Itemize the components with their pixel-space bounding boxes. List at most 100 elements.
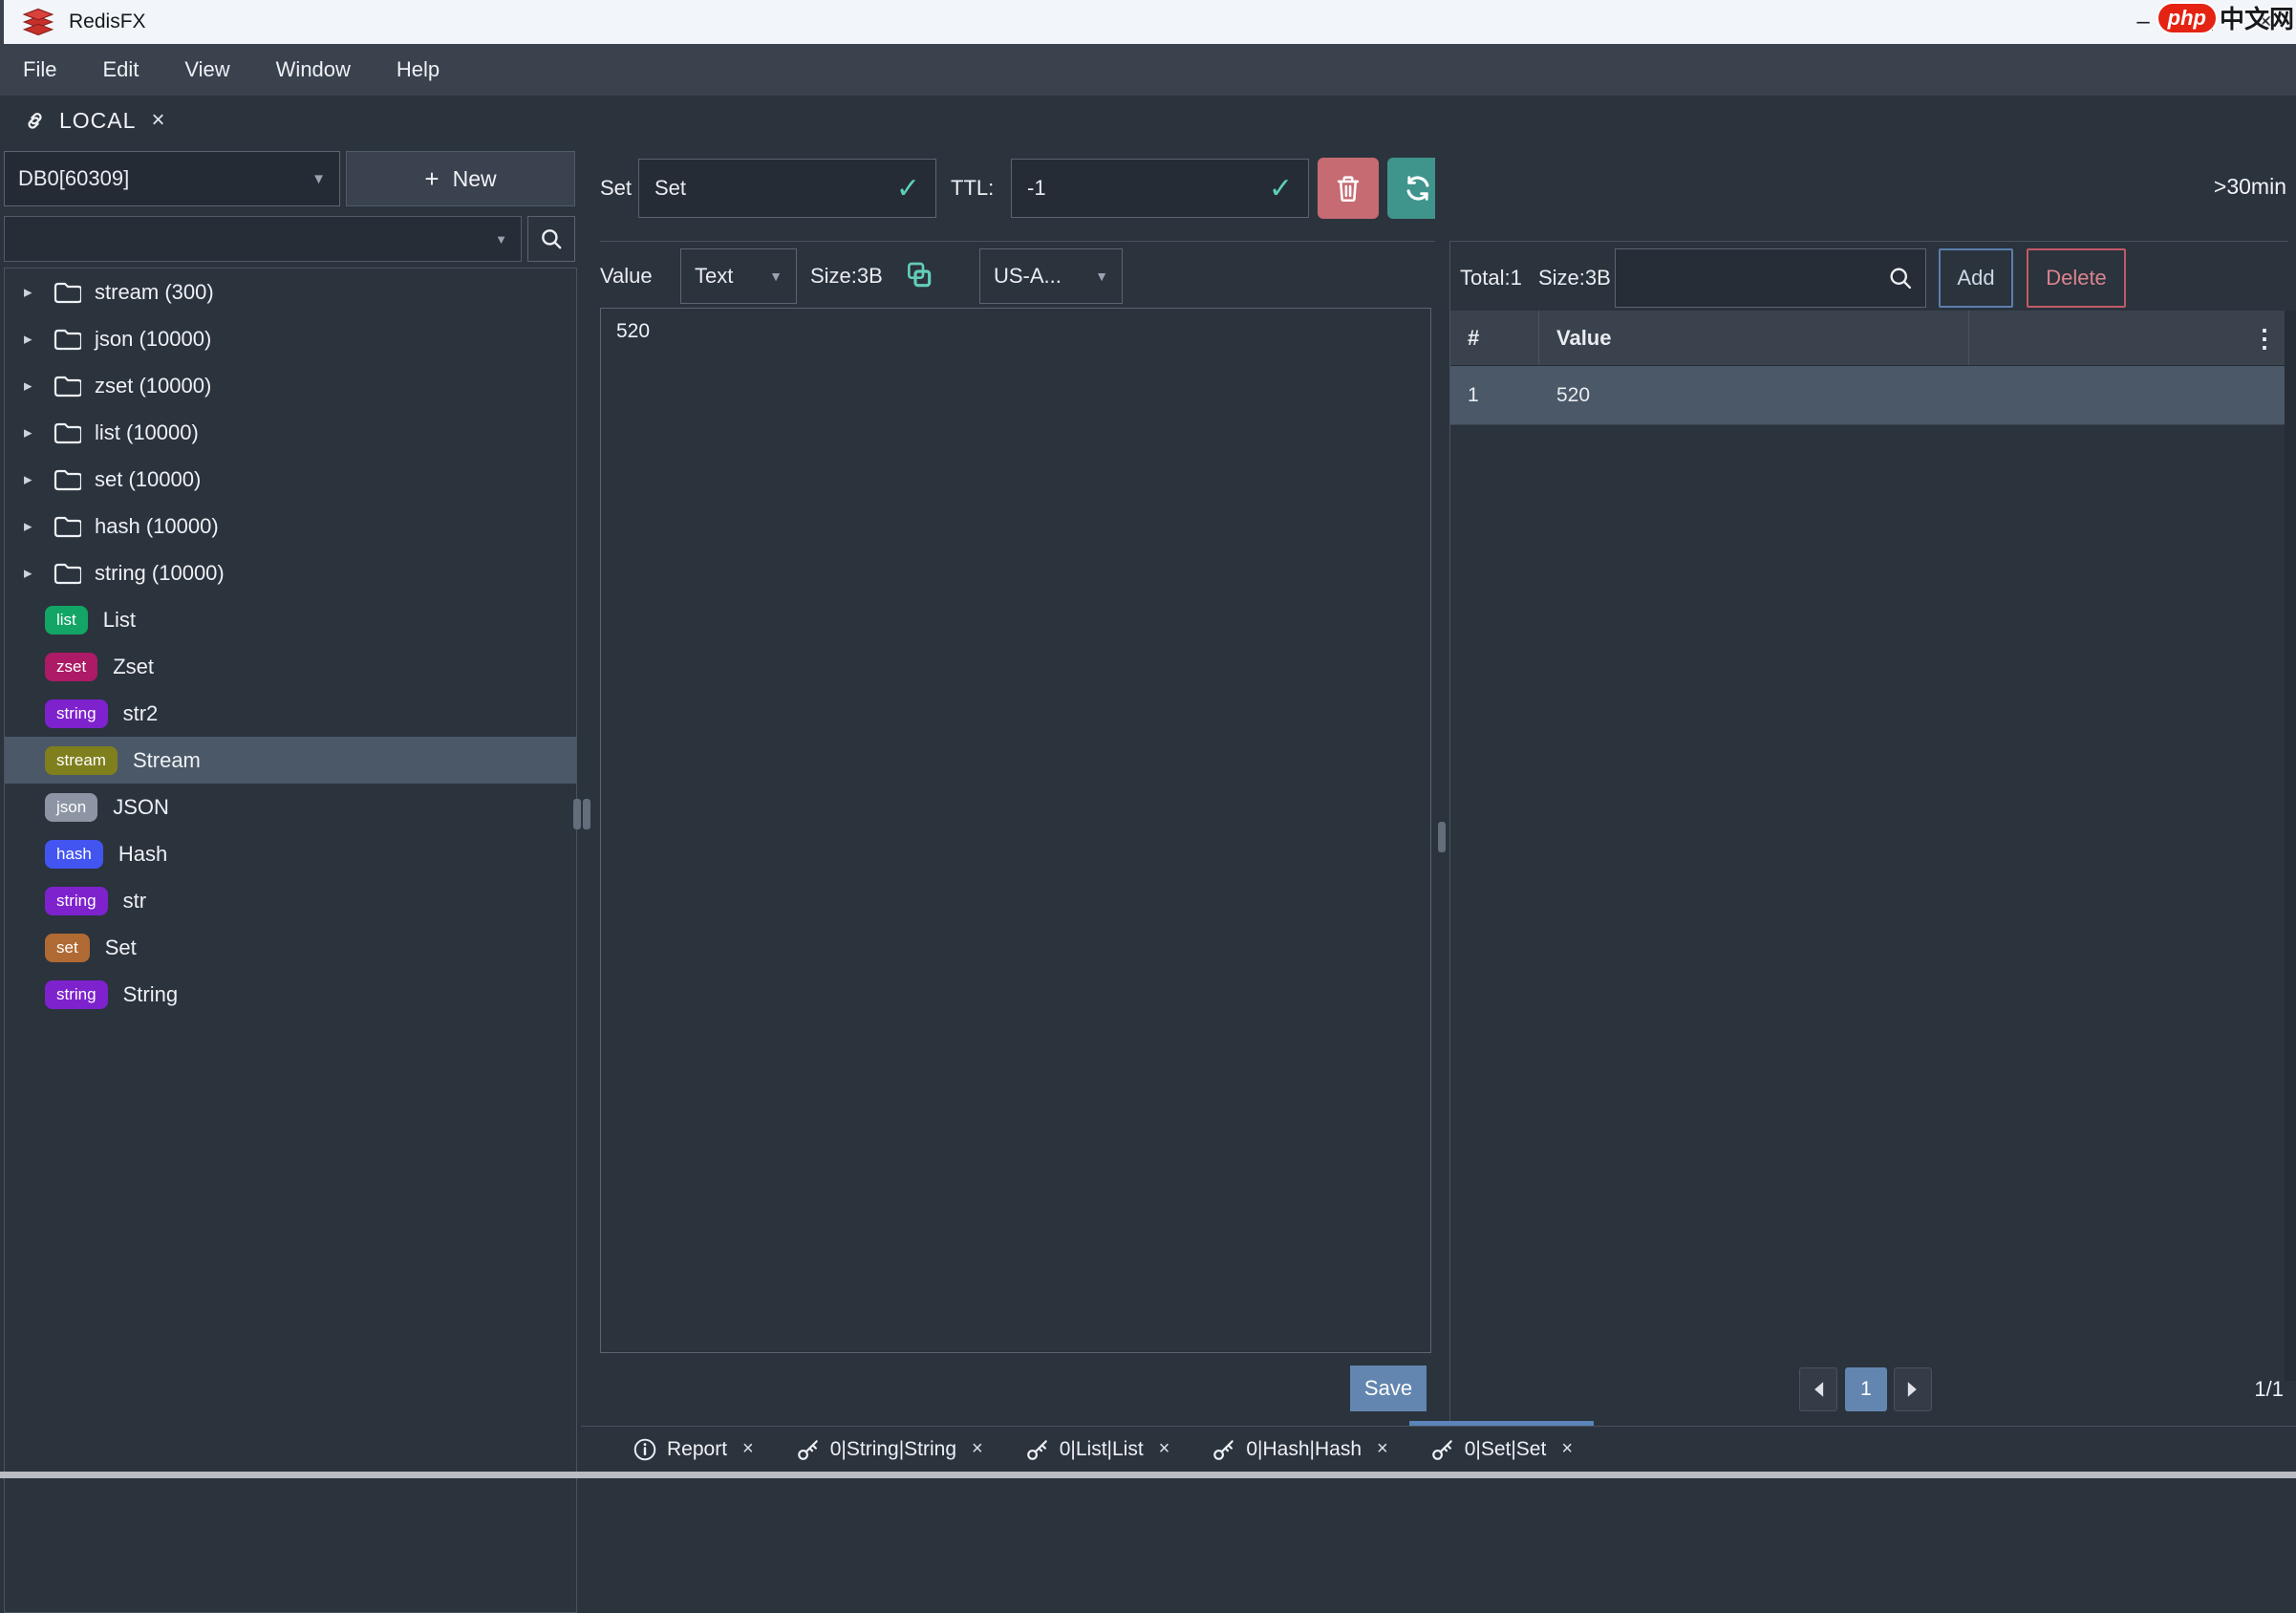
maximize-button[interactable] [2174, 0, 2235, 44]
key-item-hash[interactable]: hash Hash [5, 830, 576, 877]
key-item-stream-selected[interactable]: stream Stream [5, 737, 576, 784]
key-item-zset[interactable]: zset Zset [5, 643, 576, 690]
sidebar-splitter[interactable] [581, 145, 592, 1472]
tab-close-icon[interactable]: × [1377, 1438, 1388, 1460]
close-button[interactable]: × [2235, 0, 2296, 44]
search-icon [539, 226, 564, 251]
tree-folder-label: stream (300) [95, 280, 214, 305]
add-member-button[interactable]: Add [1939, 248, 2013, 308]
database-select-value: DB0[60309] [18, 166, 129, 191]
tab-list-list[interactable]: 0|List|List × [1004, 1427, 1191, 1473]
prev-page-button[interactable] [1799, 1367, 1837, 1411]
sidebar: DB0[60309] ▼ + New ▼ ▸ stream (300) ▸ [0, 145, 581, 1472]
table-scrollbar-track[interactable] [2285, 311, 2296, 1381]
menu-window[interactable]: Window [253, 44, 374, 96]
key-icon [1025, 1437, 1050, 1462]
key-name-value: Set [654, 176, 686, 201]
type-badge-json: json [45, 793, 97, 822]
tab-set-set-active[interactable]: 0|Set|Set × [1409, 1427, 1594, 1473]
copy-icon [904, 260, 934, 290]
tab-close-icon[interactable]: × [1561, 1438, 1573, 1460]
delete-member-button[interactable]: Delete [2027, 248, 2126, 308]
minimize-button[interactable]: – [2113, 0, 2174, 44]
value-size-label: Size:3B [810, 264, 883, 289]
key-item-label: str2 [123, 701, 159, 726]
ttl-hint: >30min [2214, 174, 2286, 200]
chevron-down-icon: ▼ [495, 232, 507, 247]
key-name-input[interactable]: Set ✓ [638, 159, 936, 218]
copy-button[interactable] [904, 260, 934, 290]
ttl-value: -1 [1027, 176, 1046, 201]
key-item-json[interactable]: json JSON [5, 784, 576, 830]
folder-icon [53, 514, 81, 539]
members-search-input[interactable] [1615, 248, 1926, 308]
page-number-button[interactable]: 1 [1845, 1367, 1887, 1411]
key-item-set[interactable]: set Set [5, 924, 576, 971]
column-header-index[interactable]: # [1450, 311, 1539, 365]
panel-splitter[interactable] [1435, 145, 1449, 1472]
tree-folder-json[interactable]: ▸ json (10000) [5, 315, 576, 362]
key-item-str[interactable]: string str [5, 877, 576, 924]
search-icon [1887, 265, 1914, 291]
chevron-right-icon: ▸ [24, 564, 53, 583]
menu-file[interactable]: File [0, 44, 79, 96]
key-item-string[interactable]: string String [5, 971, 576, 1018]
tab-report[interactable]: Report × [612, 1427, 775, 1473]
tree-folder-label: string (10000) [95, 561, 225, 586]
check-icon: ✓ [1269, 172, 1293, 205]
row-value: 520 [1539, 366, 1969, 424]
new-key-button[interactable]: + New [346, 151, 575, 206]
column-header-value[interactable]: Value [1539, 311, 1969, 365]
delete-key-button[interactable] [1318, 158, 1379, 219]
tab-label: 0|Hash|Hash [1246, 1438, 1362, 1461]
connection-tab-close-icon[interactable]: × [151, 107, 164, 134]
tree-folder-set[interactable]: ▸ set (10000) [5, 456, 576, 503]
tab-close-icon[interactable]: × [742, 1438, 754, 1460]
menu-help[interactable]: Help [374, 44, 462, 96]
type-badge-string: string [45, 980, 108, 1009]
size-label: Size:3B [1538, 266, 1611, 290]
type-badge-list: list [45, 606, 88, 634]
tree-folder-stream[interactable]: ▸ stream (300) [5, 269, 576, 315]
tab-close-icon[interactable]: × [972, 1438, 983, 1460]
trash-icon [1332, 172, 1364, 204]
database-select[interactable]: DB0[60309] ▼ [4, 151, 340, 206]
folder-icon [53, 374, 81, 398]
key-search-button[interactable] [527, 216, 575, 262]
tab-label: 0|String|String [830, 1438, 956, 1461]
key-item-str2[interactable]: string str2 [5, 690, 576, 737]
splitter-grabber[interactable] [583, 799, 590, 829]
tree-folder-zset[interactable]: ▸ zset (10000) [5, 362, 576, 409]
chevron-down-icon: ▼ [1078, 269, 1108, 284]
table-menu-icon[interactable]: ⋮ [2252, 330, 2277, 347]
value-format-value: Text [695, 264, 733, 289]
menu-view[interactable]: View [161, 44, 252, 96]
members-table: # Value ⋮ 1 520 [1450, 311, 2285, 425]
chevron-right-icon: ▸ [24, 423, 53, 442]
tree-folder-list[interactable]: ▸ list (10000) [5, 409, 576, 456]
tree-folder-label: zset (10000) [95, 374, 211, 398]
save-button[interactable]: Save [1350, 1366, 1427, 1411]
value-format-select[interactable]: Text ▼ [680, 248, 797, 304]
page-info: 1/1 [2254, 1377, 2284, 1402]
ttl-input[interactable]: -1 ✓ [1011, 159, 1309, 218]
tab-close-icon[interactable]: × [1159, 1438, 1170, 1460]
tab-hash-hash[interactable]: 0|Hash|Hash × [1191, 1427, 1408, 1473]
next-page-button[interactable] [1894, 1367, 1932, 1411]
connection-tab-local[interactable]: LOCAL × [0, 96, 180, 145]
sidebar-scrollbar-thumb[interactable] [573, 799, 581, 829]
splitter-grabber[interactable] [1438, 822, 1446, 852]
table-row[interactable]: 1 520 [1450, 366, 2285, 425]
encoding-select[interactable]: US-A... ▼ [979, 248, 1123, 304]
tree-folder-hash[interactable]: ▸ hash (10000) [5, 503, 576, 549]
tab-string-string[interactable]: 0|String|String × [775, 1427, 1004, 1473]
key-item-list[interactable]: list List [5, 596, 576, 643]
type-badge-string: string [45, 887, 108, 915]
folder-icon [53, 420, 81, 445]
chevron-right-icon: ▸ [24, 470, 53, 489]
menu-edit[interactable]: Edit [79, 44, 161, 96]
members-panel: Total:1 Size:3B Add Delete # Value ⋮ 1 5… [1449, 241, 2296, 1426]
tree-folder-string[interactable]: ▸ string (10000) [5, 549, 576, 596]
value-textarea[interactable]: 520 [600, 308, 1431, 1353]
key-search-input[interactable]: ▼ [4, 216, 522, 262]
